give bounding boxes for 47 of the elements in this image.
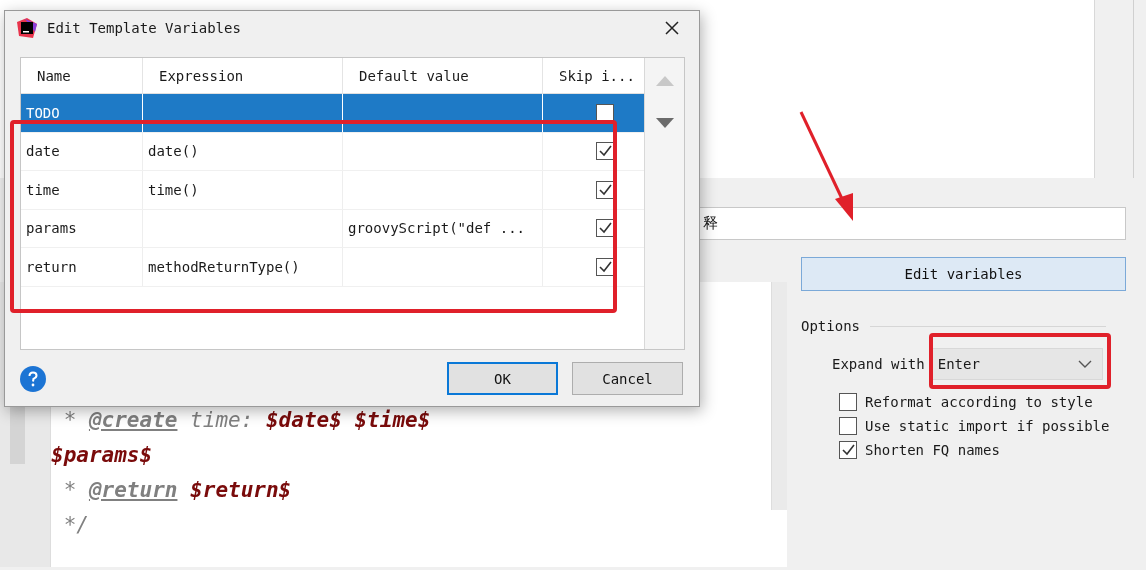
section-title: Options [801, 318, 860, 334]
app-logo-icon [17, 18, 37, 38]
table-row[interactable]: TODO [21, 94, 644, 133]
caret-icon [1077, 360, 1092, 368]
move-down-icon[interactable] [655, 118, 674, 128]
table-cell: methodReturnType() [148, 258, 300, 275]
checkbox[interactable] [839, 417, 857, 435]
code-line: * @create time: $date$ $time$ [62, 408, 432, 434]
checkbox[interactable] [596, 257, 614, 276]
checkbox[interactable] [596, 103, 614, 122]
table-cell: date() [148, 143, 199, 160]
expand-dropdown[interactable]: Enter [930, 348, 1103, 380]
column-header[interactable]: Name [21, 58, 143, 93]
edit-variables-button[interactable]: Edit variables [801, 257, 1126, 291]
column-header[interactable]: Default value [343, 58, 543, 93]
table-cell: return [26, 258, 77, 275]
checkbox[interactable] [596, 180, 614, 199]
close-icon[interactable] [665, 21, 679, 35]
table-row[interactable]: date date() [21, 132, 644, 171]
checkbox[interactable] [839, 441, 857, 459]
table-row[interactable]: params groovyScript("def ... [21, 209, 644, 248]
table-cell: TODO [26, 104, 60, 121]
code-line: */ [62, 513, 90, 539]
table-cell: time() [148, 181, 199, 198]
table-cell: date [26, 143, 60, 160]
scrollbar[interactable] [771, 282, 787, 510]
checkbox-label[interactable]: Shorten FQ names [865, 442, 1000, 458]
cancel-button[interactable]: Cancel [572, 362, 683, 395]
code-line: $params$ [51, 443, 154, 469]
field-label: Expand with [832, 356, 925, 372]
column-header[interactable]: Expression [143, 58, 343, 93]
ok-button[interactable]: OK [447, 362, 558, 395]
help-icon[interactable] [20, 365, 46, 392]
table-row[interactable]: return methodReturnType() [21, 248, 644, 287]
table-row[interactable]: time time() [21, 171, 644, 210]
column-header[interactable]: Skip i... [543, 58, 644, 93]
checkbox[interactable] [839, 393, 857, 411]
table-cell: groovyScript("def ... [348, 220, 525, 237]
table-cell: time [26, 181, 60, 198]
window-title: Edit Template Variables [47, 20, 242, 36]
checkbox[interactable] [596, 219, 614, 238]
checkbox-label[interactable]: Use static import if possible [865, 418, 1110, 434]
scrollbar[interactable] [1094, 0, 1133, 178]
checkbox[interactable] [596, 142, 614, 161]
table-cell: params [26, 220, 77, 237]
code-line: * @return $return$ [62, 478, 293, 504]
checkbox-label[interactable]: Reformat according to style [865, 394, 1093, 410]
